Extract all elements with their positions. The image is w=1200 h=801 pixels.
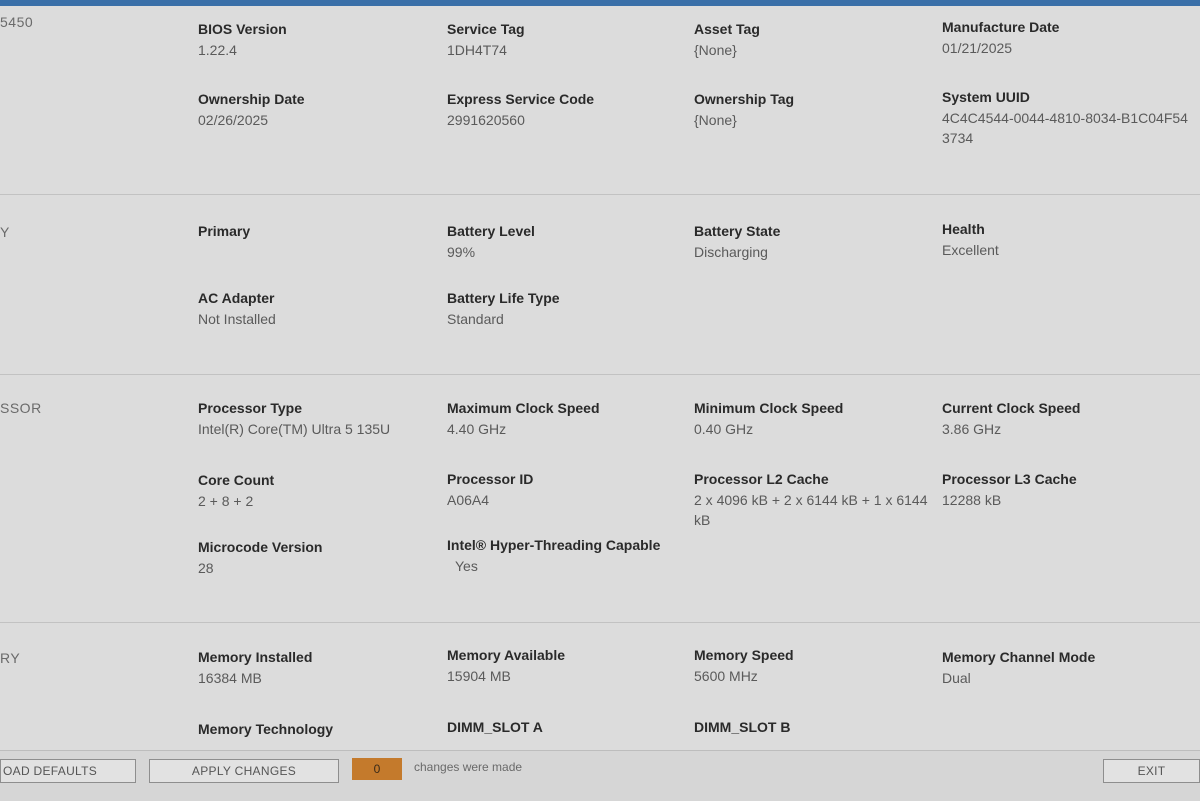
field-primary: Primary xyxy=(198,223,251,239)
section-label-battery: Y xyxy=(0,224,10,240)
field-microcode-version: Microcode Version 28 xyxy=(198,539,323,576)
footer-bar: OAD DEFAULTS APPLY CHANGES 0 changes wer… xyxy=(0,750,1200,801)
field-processor-l3-cache: Processor L3 Cache 12288 kB xyxy=(942,471,1077,508)
field-memory-speed: Memory Speed 5600 MHz xyxy=(694,647,794,684)
section-label-system: 5450 xyxy=(0,14,34,30)
field-bios-version: BIOS Version 1.22.4 xyxy=(198,21,287,58)
field-battery-life-type: Battery Life Type Standard xyxy=(447,290,560,327)
field-memory-channel-mode: Memory Channel Mode Dual xyxy=(942,649,1096,686)
field-memory-installed: Memory Installed 16384 MB xyxy=(198,649,313,686)
changes-status-text: changes were made xyxy=(414,760,523,774)
field-battery-level: Battery Level 99% xyxy=(447,223,535,260)
field-minimum-clock-speed: Minimum Clock Speed 0.40 GHz xyxy=(694,400,844,437)
apply-changes-button[interactable]: APPLY CHANGES xyxy=(149,759,339,783)
exit-button[interactable]: EXIT xyxy=(1103,759,1200,783)
field-express-service-code: Express Service Code 2991620560 xyxy=(447,91,595,128)
changes-count-badge: 0 xyxy=(352,758,402,780)
system-section: 5450 BIOS Version 1.22.4 Service Tag 1DH… xyxy=(0,6,1200,195)
field-dimm-slot-a: DIMM_SLOT A xyxy=(447,719,543,735)
field-core-count: Core Count 2 + 8 + 2 xyxy=(198,472,275,509)
field-ownership-date: Ownership Date 02/26/2025 xyxy=(198,91,305,128)
battery-section: Y Primary Battery Level 99% Battery Stat… xyxy=(0,194,1200,375)
field-ac-adapter: AC Adapter Not Installed xyxy=(198,290,276,327)
processor-section: SSOR Processor Type Intel(R) Core(TM) Ul… xyxy=(0,374,1200,623)
field-processor-type: Processor Type Intel(R) Core(TM) Ultra 5… xyxy=(198,400,391,437)
field-health: Health Excellent xyxy=(942,221,999,258)
field-processor-l2-cache: Processor L2 Cache 2 x 4096 kB + 2 x 614… xyxy=(694,471,928,528)
field-manufacture-date: Manufacture Date 01/21/2025 xyxy=(942,19,1060,56)
section-label-processor: SSOR xyxy=(0,400,42,416)
field-current-clock-speed: Current Clock Speed 3.86 GHz xyxy=(942,400,1081,437)
field-service-tag: Service Tag 1DH4T74 xyxy=(447,21,525,58)
field-processor-id: Processor ID A06A4 xyxy=(447,471,534,508)
field-system-uuid: System UUID 4C4C4544-0044-4810-8034-B1C0… xyxy=(942,89,1188,146)
load-defaults-button[interactable]: OAD DEFAULTS xyxy=(0,759,136,783)
field-battery-state: Battery State Discharging xyxy=(694,223,781,260)
memory-section: RY Memory Installed 16384 MB Memory Avai… xyxy=(0,622,1200,750)
field-hyper-threading-capable: Intel® Hyper-Threading Capable Yes xyxy=(447,537,661,574)
field-dimm-slot-b: DIMM_SLOT B xyxy=(694,719,791,735)
field-ownership-tag: Ownership Tag {None} xyxy=(694,91,795,128)
system-information-panel: 5450 BIOS Version 1.22.4 Service Tag 1DH… xyxy=(0,6,1200,750)
section-label-memory: RY xyxy=(0,650,21,666)
field-memory-available: Memory Available 15904 MB xyxy=(447,647,566,684)
field-memory-technology: Memory Technology xyxy=(198,721,334,737)
field-maximum-clock-speed: Maximum Clock Speed 4.40 GHz xyxy=(447,400,600,437)
field-asset-tag: Asset Tag {None} xyxy=(694,21,760,58)
